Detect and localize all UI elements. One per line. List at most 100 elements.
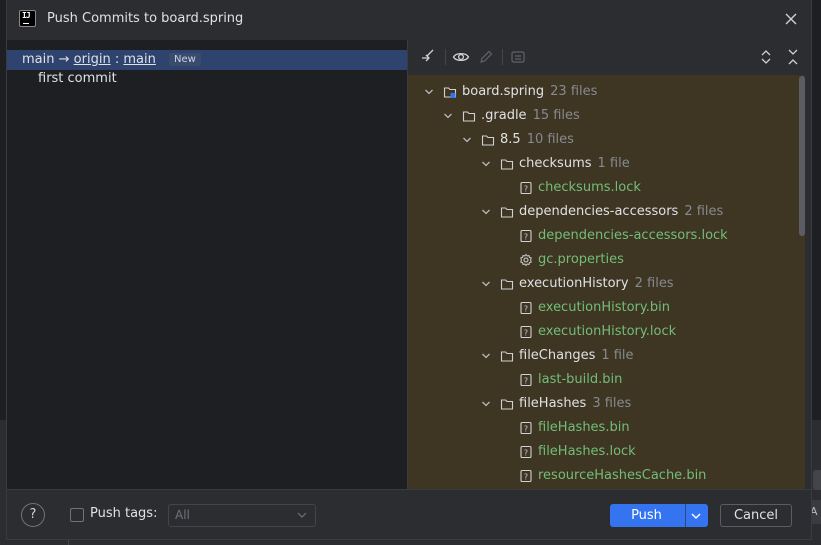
changes-panel: board.spring 23 files .gradle 15 files 8.5 10… — [408, 40, 808, 489]
push-button[interactable]: Push — [610, 504, 708, 527]
chevron-down-icon[interactable] — [481, 159, 491, 169]
tree-folder-row[interactable]: 8.5 10 files — [408, 128, 798, 152]
tree-item-name: checksums — [519, 156, 592, 171]
svg-text:?: ? — [524, 305, 528, 314]
folder-name: 8.5 10 files — [500, 128, 574, 152]
folder-name: fileHashes 3 files — [519, 392, 631, 416]
collapse-all-icon[interactable] — [784, 48, 802, 66]
file-name: checksums.lock — [538, 176, 641, 200]
title-bar: IJ Push Commits to board.spring — [7, 0, 813, 40]
tree-file-row[interactable]: ? executionHistory.lock — [408, 320, 798, 344]
folder-icon — [481, 135, 495, 146]
svg-text:?: ? — [524, 185, 528, 194]
folder-name: executionHistory 2 files — [519, 272, 674, 296]
svg-text:?: ? — [524, 473, 528, 482]
tree-folder-row[interactable]: fileHashes 3 files — [408, 392, 798, 416]
tree-item-name: checksums.lock — [538, 180, 641, 195]
expand-all-icon[interactable] — [757, 48, 775, 66]
push-tags-checkbox[interactable] — [70, 508, 84, 522]
unknown-file-icon: ? — [520, 229, 532, 243]
folder-name: fileChanges 1 file — [519, 344, 634, 368]
tree-file-row[interactable]: ? executionHistory.bin — [408, 296, 798, 320]
tree-item-name: fileHashes.lock — [538, 444, 636, 459]
file-count: 2 files — [684, 204, 724, 219]
chevron-down-icon[interactable] — [481, 399, 491, 409]
tree-scrollbar[interactable] — [799, 76, 805, 236]
changes-toolbar — [408, 40, 808, 75]
chevron-down-icon[interactable] — [443, 111, 453, 121]
tree-folder-row[interactable]: executionHistory 2 files — [408, 272, 798, 296]
svg-text:?: ? — [524, 233, 528, 242]
svg-text:?: ? — [524, 377, 528, 386]
tree-item-name: gc.properties — [538, 252, 624, 267]
tree-file-row[interactable]: ? fileHashes.lock — [408, 440, 798, 464]
folder-name: .gradle 15 files — [481, 104, 580, 128]
unknown-file-icon: ? — [520, 325, 532, 339]
file-name: last-build.bin — [538, 368, 622, 392]
file-name: dependencies-accessors.lock — [538, 224, 728, 248]
close-icon[interactable] — [782, 10, 800, 28]
toolbar-separator — [502, 49, 503, 65]
cancel-button[interactable]: Cancel — [720, 504, 792, 527]
branch-row[interactable]: main → origin : main New — [7, 50, 407, 70]
folder-icon — [500, 279, 514, 290]
file-name: executionHistory.lock — [538, 320, 676, 344]
chevron-down-icon[interactable] — [481, 351, 491, 361]
intellij-app-icon: IJ — [19, 10, 36, 27]
chevron-down-icon[interactable] — [690, 510, 702, 522]
svg-text:?: ? — [524, 425, 528, 434]
arrow-icon: → — [58, 52, 70, 67]
tree-folder-row[interactable]: board.spring 23 files — [408, 80, 798, 104]
folder-icon — [500, 159, 514, 170]
toolbar-separator — [445, 49, 446, 65]
tree-file-row[interactable]: ? checksums.lock — [408, 176, 798, 200]
tree-item-name: executionHistory — [519, 276, 629, 291]
folder-name: dependencies-accessors 2 files — [519, 200, 723, 224]
folder-icon — [500, 399, 514, 410]
tree-folder-row[interactable]: .gradle 15 files — [408, 104, 798, 128]
svg-text:?: ? — [524, 329, 528, 338]
tree-folder-row[interactable]: checksums 1 file — [408, 152, 798, 176]
chevron-down-icon[interactable] — [462, 135, 472, 145]
tree-file-row[interactable]: ? fileHashes.bin — [408, 416, 798, 440]
local-branch: main — [22, 52, 55, 67]
file-count: 23 files — [550, 84, 598, 99]
new-badge: New — [168, 53, 201, 66]
tree-file-row[interactable]: ? last-build.bin — [408, 368, 798, 392]
tree-item-name: 8.5 — [500, 132, 521, 147]
folder-icon — [500, 207, 514, 218]
eye-icon[interactable] — [452, 48, 470, 66]
tree-item-name: .gradle — [481, 108, 527, 123]
chevron-down-icon[interactable] — [481, 207, 491, 217]
tags-select-value: All — [175, 508, 190, 522]
remote-branch-link[interactable]: main — [123, 52, 155, 67]
commit-item[interactable]: first commit — [38, 70, 117, 88]
tree-folder-row[interactable]: dependencies-accessors 2 files — [408, 200, 798, 224]
tree-folder-row[interactable]: fileChanges 1 file — [408, 344, 798, 368]
tree-item-name: executionHistory.bin — [538, 300, 670, 315]
remote-link[interactable]: origin — [74, 52, 111, 67]
tree-item-name: resourceHashesCache.bin — [538, 468, 707, 483]
tree-file-row[interactable]: gc.properties — [408, 248, 798, 272]
file-name: fileHashes.bin — [538, 416, 630, 440]
tree-file-row[interactable]: ? dependencies-accessors.lock — [408, 224, 798, 248]
folder-icon — [462, 111, 476, 122]
push-button-label: Push — [631, 508, 662, 523]
colon-separator: : — [114, 52, 120, 67]
tags-select[interactable]: All — [168, 504, 316, 527]
chevron-down-icon[interactable] — [481, 279, 491, 289]
tree-item-name: dependencies-accessors.lock — [538, 228, 728, 243]
edit-icon[interactable] — [477, 48, 495, 66]
module-folder-icon — [443, 87, 457, 98]
group-icon[interactable] — [509, 48, 527, 66]
collapse-icon[interactable] — [419, 48, 437, 66]
commits-panel: main → origin : main New first commit — [7, 40, 407, 489]
file-count: 15 files — [532, 108, 580, 123]
help-button[interactable]: ? — [21, 503, 45, 527]
file-name: resourceHashesCache.bin — [538, 464, 706, 488]
tree-item-name: board.spring — [462, 84, 545, 99]
tree-file-row[interactable]: ? resourceHashesCache.bin — [408, 464, 798, 488]
folder-name: board.spring 23 files — [462, 80, 597, 104]
tree-item-name: fileHashes — [519, 396, 587, 411]
chevron-down-icon[interactable] — [424, 87, 434, 97]
